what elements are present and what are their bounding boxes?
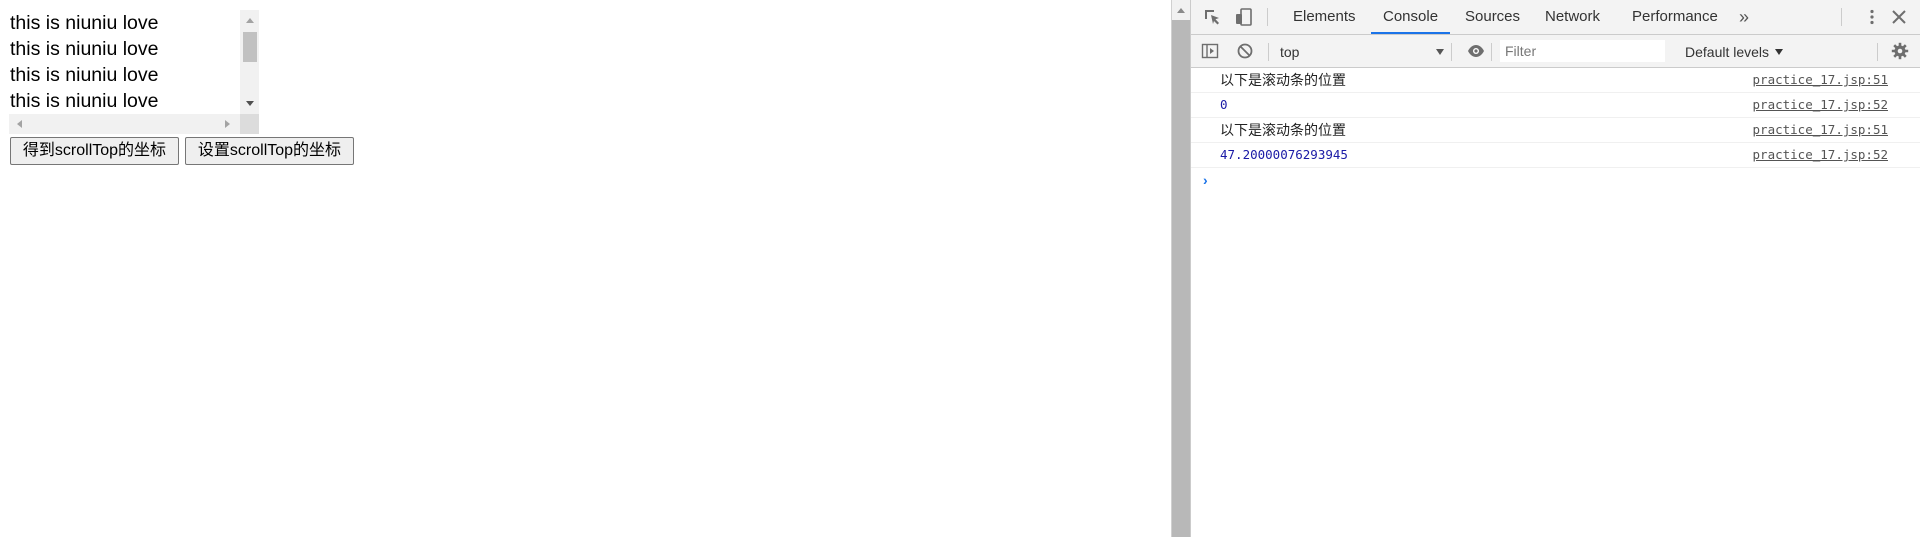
console-messages: 以下是滚动条的位置 practice_17.jsp:51 0 practice_… bbox=[1191, 68, 1920, 537]
console-toolbar: top Default levels bbox=[1191, 35, 1920, 68]
scroll-line: this is niuniu love bbox=[10, 64, 159, 86]
scrollbox-vertical-scrollbar[interactable] bbox=[240, 10, 259, 114]
context-selector[interactable]: top bbox=[1280, 42, 1444, 62]
toolbar-separator bbox=[1451, 43, 1452, 61]
get-scrolltop-button[interactable]: 得到scrollTop的坐标 bbox=[10, 137, 179, 165]
scrollbox-content: this is niuniu love this is niuniu love … bbox=[10, 10, 235, 114]
console-message-text: 以下是滚动条的位置 bbox=[1220, 72, 1346, 88]
scroll-right-arrow-icon[interactable] bbox=[225, 120, 230, 128]
scroll-line: this is niuniu love bbox=[10, 90, 159, 112]
gear-icon[interactable] bbox=[1891, 42, 1909, 60]
console-message-number: 47.20000076293945 bbox=[1220, 147, 1348, 162]
tab-sources[interactable]: Sources bbox=[1465, 0, 1520, 34]
devtools-panel: Elements Console Sources Network Perform… bbox=[1190, 0, 1920, 537]
clear-console-icon[interactable] bbox=[1236, 42, 1254, 60]
filter-input[interactable] bbox=[1500, 40, 1665, 62]
console-message-text: 以下是滚动条的位置 bbox=[1220, 122, 1346, 138]
toolbar-separator bbox=[1877, 43, 1878, 61]
log-levels-dropdown[interactable]: Default levels bbox=[1685, 42, 1784, 62]
log-levels-label: Default levels bbox=[1685, 44, 1770, 60]
close-icon[interactable] bbox=[1890, 8, 1908, 26]
console-source-link[interactable]: practice_17.jsp:52 bbox=[1753, 143, 1888, 167]
scrollbar-corner bbox=[240, 114, 259, 134]
inspect-element-icon[interactable] bbox=[1203, 8, 1221, 26]
context-value: top bbox=[1280, 44, 1300, 60]
page-viewport: this is niuniu love this is niuniu love … bbox=[0, 0, 1171, 537]
scroll-line: this is niuniu love bbox=[10, 38, 159, 60]
toolbar-separator bbox=[1491, 43, 1492, 61]
console-source-link[interactable]: practice_17.jsp:51 bbox=[1753, 118, 1888, 142]
scroll-line: this is niuniu love bbox=[10, 12, 159, 34]
kebab-menu-icon[interactable] bbox=[1863, 8, 1881, 26]
console-source-link[interactable]: practice_17.jsp:51 bbox=[1753, 68, 1888, 92]
chevron-down-icon bbox=[1436, 49, 1444, 55]
tab-elements[interactable]: Elements bbox=[1293, 0, 1356, 34]
device-toolbar-icon[interactable] bbox=[1235, 8, 1253, 26]
console-message: 以下是滚动条的位置 practice_17.jsp:51 bbox=[1191, 118, 1920, 143]
tab-performance[interactable]: Performance bbox=[1632, 0, 1718, 34]
sidebar-toggle-icon[interactable] bbox=[1201, 42, 1219, 60]
page-scroll-up-arrow-icon[interactable] bbox=[1177, 8, 1185, 13]
console-message: 0 practice_17.jsp:52 bbox=[1191, 93, 1920, 118]
scrollable-text-box[interactable]: this is niuniu love this is niuniu love … bbox=[9, 10, 259, 134]
devtools-tab-bar: Elements Console Sources Network Perform… bbox=[1191, 0, 1920, 35]
scroll-up-arrow-icon[interactable] bbox=[246, 18, 254, 23]
console-message: 以下是滚动条的位置 practice_17.jsp:51 bbox=[1191, 68, 1920, 93]
console-message-number: 0 bbox=[1220, 97, 1228, 112]
tab-network[interactable]: Network bbox=[1545, 0, 1600, 34]
set-scrolltop-button[interactable]: 设置scrollTop的坐标 bbox=[185, 137, 354, 165]
page-vertical-scrollbar[interactable] bbox=[1171, 0, 1190, 537]
more-tabs-icon[interactable]: » bbox=[1739, 0, 1749, 34]
tabbar-separator bbox=[1267, 8, 1268, 26]
scroll-down-arrow-icon[interactable] bbox=[246, 101, 254, 106]
chevron-down-icon bbox=[1775, 49, 1784, 55]
toolbar-separator bbox=[1268, 43, 1269, 61]
console-source-link[interactable]: practice_17.jsp:52 bbox=[1753, 93, 1888, 117]
scroll-left-arrow-icon[interactable] bbox=[17, 120, 22, 128]
scrollbox-vertical-thumb[interactable] bbox=[243, 32, 257, 62]
console-message: 47.20000076293945 practice_17.jsp:52 bbox=[1191, 143, 1920, 168]
tab-console[interactable]: Console bbox=[1370, 0, 1451, 34]
scrollbox-horizontal-scrollbar[interactable] bbox=[9, 114, 240, 134]
console-prompt-icon[interactable]: › bbox=[1203, 172, 1208, 188]
eye-icon[interactable] bbox=[1467, 42, 1485, 60]
tabbar-separator bbox=[1841, 8, 1842, 26]
